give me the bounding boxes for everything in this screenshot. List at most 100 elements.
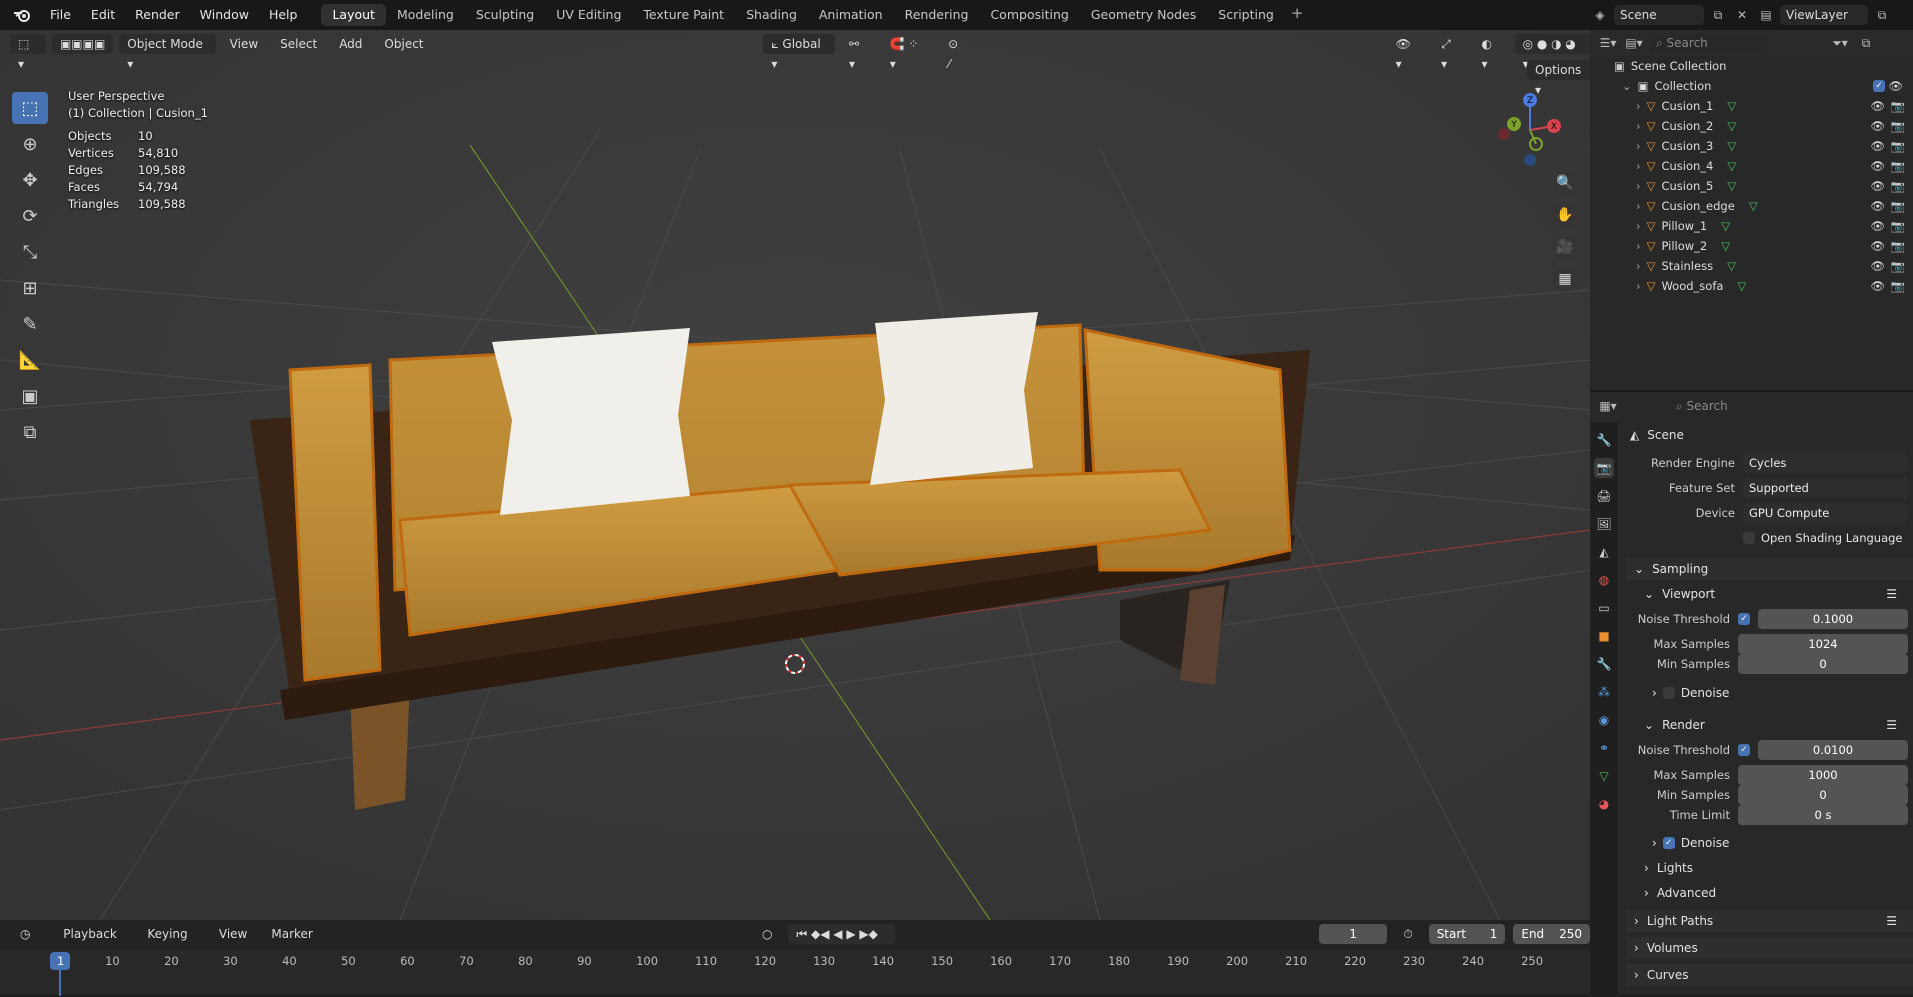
camera-icon[interactable]: 📷 — [1891, 236, 1905, 256]
measure-icon[interactable]: 📐 — [12, 344, 48, 376]
feature-set-dropdown[interactable]: Supported — [1743, 478, 1908, 498]
tab-sculpting[interactable]: Sculpting — [465, 4, 545, 26]
pivot-icon[interactable]: ⚯ ▾ — [841, 34, 876, 71]
curves-section[interactable]: › Curves — [1626, 964, 1913, 986]
vp-max-field[interactable]: 1024 — [1738, 634, 1908, 654]
eye-icon[interactable]: 👁 — [1870, 216, 1885, 236]
lights-section[interactable]: › Lights — [1636, 857, 1913, 879]
menu-marker[interactable]: Marker — [263, 924, 320, 944]
tab-compositing[interactable]: Compositing — [979, 4, 1079, 26]
zoom-icon[interactable]: 🔍 — [1552, 170, 1578, 196]
pillow-1[interactable] — [492, 328, 690, 515]
mesh-data-icon[interactable]: ▽ — [1737, 276, 1746, 296]
camera-view-icon[interactable]: 🎥 — [1552, 234, 1578, 260]
visibility-icon[interactable]: 👁 ▾ — [1388, 34, 1428, 71]
eye-icon[interactable]: 👁 — [1870, 156, 1885, 176]
menu-timeline-view[interactable]: View — [211, 924, 255, 944]
end-frame-field[interactable]: End 250 — [1513, 924, 1591, 944]
outliner-object-row[interactable]: › ▽ Cusion_edge ▽ 👁 📷 — [1590, 196, 1913, 216]
device-dropdown[interactable]: GPU Compute — [1743, 503, 1908, 523]
camera-icon[interactable]: 📷 — [1891, 136, 1905, 156]
new-collection-icon[interactable]: ⧉ — [1856, 33, 1876, 53]
eye-icon[interactable]: 👁 — [1870, 136, 1885, 156]
cursor-icon[interactable]: ⊕ — [12, 128, 48, 160]
outliner-object-row[interactable]: › ▽ Cusion_4 ▽ 👁 📷 — [1590, 156, 1913, 176]
outliner-object-row[interactable]: › ▽ Cusion_3 ▽ 👁 📷 — [1590, 136, 1913, 156]
menu-edit[interactable]: Edit — [81, 0, 125, 30]
object-tab-icon[interactable]: ■ — [1594, 626, 1614, 646]
scene-collection-row[interactable]: ▣ Scene Collection — [1590, 56, 1913, 76]
tool-tab-icon[interactable]: 🔧 — [1594, 430, 1614, 450]
chevron-right-icon[interactable]: › — [1636, 156, 1641, 176]
camera-icon[interactable]: 📷 — [1891, 176, 1905, 196]
list-icon[interactable]: ☰ — [1886, 587, 1897, 601]
chevron-right-icon[interactable]: › — [1636, 196, 1641, 216]
new-view-layer-icon[interactable]: ⧉ — [1872, 5, 1892, 25]
menu-render[interactable]: Render — [125, 0, 190, 30]
render-subsection[interactable]: ⌄ Render ☰ — [1636, 714, 1913, 736]
tab-animation[interactable]: Animation — [808, 4, 894, 26]
mesh-data-icon[interactable]: ▽ — [1727, 136, 1736, 156]
playback-controls[interactable]: ⏮ ◆◀ ◀ ▶ ▶◆ ⏭ — [788, 924, 896, 961]
tab-modeling[interactable]: Modeling — [386, 4, 465, 26]
shading-mode-icons[interactable]: ◎ ● ◑ ◕ ▾ — [1514, 34, 1590, 71]
tab-layout[interactable]: Layout — [321, 4, 386, 26]
menu-help[interactable]: Help — [259, 0, 308, 30]
collection-exclude-checkbox[interactable]: ✓ — [1873, 80, 1885, 92]
proportional-edit-icon[interactable]: ⊙ ⁄ — [940, 34, 971, 71]
annotate-icon[interactable]: ✎ — [12, 308, 48, 340]
tab-rendering[interactable]: Rendering — [894, 4, 980, 26]
world-tab-icon[interactable]: ◍ — [1594, 570, 1614, 590]
display-mode-icon[interactable]: ▤▾ — [1624, 33, 1644, 53]
mesh-data-icon[interactable]: ▽ — [1727, 256, 1736, 276]
menu-object[interactable]: Object — [376, 34, 431, 54]
blender-logo-icon[interactable] — [12, 5, 32, 25]
chevron-right-icon[interactable]: › — [1636, 116, 1641, 136]
mesh-data-icon[interactable]: ▽ — [1721, 236, 1730, 256]
r-noise-field[interactable]: 0.0100 — [1758, 740, 1908, 760]
vp-noise-field[interactable]: 0.1000 — [1758, 609, 1908, 629]
r-min-field[interactable]: 0 — [1738, 785, 1908, 805]
gizmo-neg-x[interactable] — [1498, 128, 1510, 140]
outliner-object-row[interactable]: › ▽ Cusion_5 ▽ 👁 📷 — [1590, 176, 1913, 196]
mesh-data-icon[interactable]: ▽ — [1727, 116, 1736, 136]
scene-tab-icon[interactable]: ◭ — [1594, 542, 1614, 562]
options-dropdown[interactable]: Options ▾ — [1527, 60, 1590, 97]
camera-icon[interactable]: 📷 — [1891, 276, 1905, 296]
chevron-down-icon[interactable]: ⌄ — [1622, 76, 1632, 96]
current-frame-field[interactable]: 1 — [1319, 924, 1388, 944]
particles-tab-icon[interactable]: ⁂ — [1594, 682, 1614, 702]
stopwatch-icon[interactable]: ⏱ — [1395, 924, 1420, 944]
new-scene-icon[interactable]: ⧉ — [1708, 5, 1728, 25]
pan-hand-icon[interactable]: ✋ — [1552, 202, 1578, 228]
camera-icon[interactable]: 📷 — [1891, 96, 1905, 116]
menu-add[interactable]: Add — [331, 34, 370, 54]
scene-name-field[interactable]: Scene — [1614, 5, 1704, 25]
view-layer-field[interactable]: ViewLayer — [1780, 5, 1868, 25]
camera-icon[interactable]: 📷 — [1891, 116, 1905, 136]
timeline-editor-type-icon[interactable]: ◷ ▾ — [12, 924, 47, 961]
mesh-data-icon[interactable]: ▽ — [1727, 176, 1736, 196]
transform-orientation-dropdown[interactable]: ⟀ Global ▾ — [763, 34, 836, 71]
menu-select[interactable]: Select — [272, 34, 325, 54]
eye-icon[interactable]: 👁 — [1870, 116, 1885, 136]
tab-geometry-nodes[interactable]: Geometry Nodes — [1080, 4, 1207, 26]
osl-checkbox[interactable] — [1743, 532, 1755, 544]
camera-icon[interactable]: 📷 — [1891, 216, 1905, 236]
outliner-object-row[interactable]: › ▽ Cusion_2 ▽ 👁 📷 — [1590, 116, 1913, 136]
eye-icon[interactable]: 👁 — [1870, 236, 1885, 256]
outliner-editor-type-icon[interactable]: ☰▾ — [1598, 33, 1618, 53]
menu-playback[interactable]: Playback ▾ — [55, 924, 131, 961]
tab-texture-paint[interactable]: Texture Paint — [632, 4, 735, 26]
mesh-data-icon[interactable]: ▽ — [1749, 196, 1758, 216]
light-paths-section[interactable]: › Light Paths ☰ — [1626, 910, 1913, 932]
tab-uv-editing[interactable]: UV Editing — [545, 4, 632, 26]
add-workspace-icon[interactable]: + — [1291, 4, 1304, 26]
list-icon[interactable]: ☰ — [1886, 914, 1897, 928]
outliner-object-row[interactable]: › ▽ Pillow_1 ▽ 👁 📷 — [1590, 216, 1913, 236]
auto-keying-icon[interactable]: ○ — [754, 924, 780, 944]
r-denoise-checkbox[interactable]: ✓ — [1662, 837, 1675, 849]
eye-icon[interactable]: 👁 — [1870, 196, 1885, 216]
advanced-section[interactable]: › Advanced — [1636, 882, 1913, 904]
collection-row[interactable]: ⌄ ▣ Collection ✓ 👁 — [1590, 76, 1913, 96]
